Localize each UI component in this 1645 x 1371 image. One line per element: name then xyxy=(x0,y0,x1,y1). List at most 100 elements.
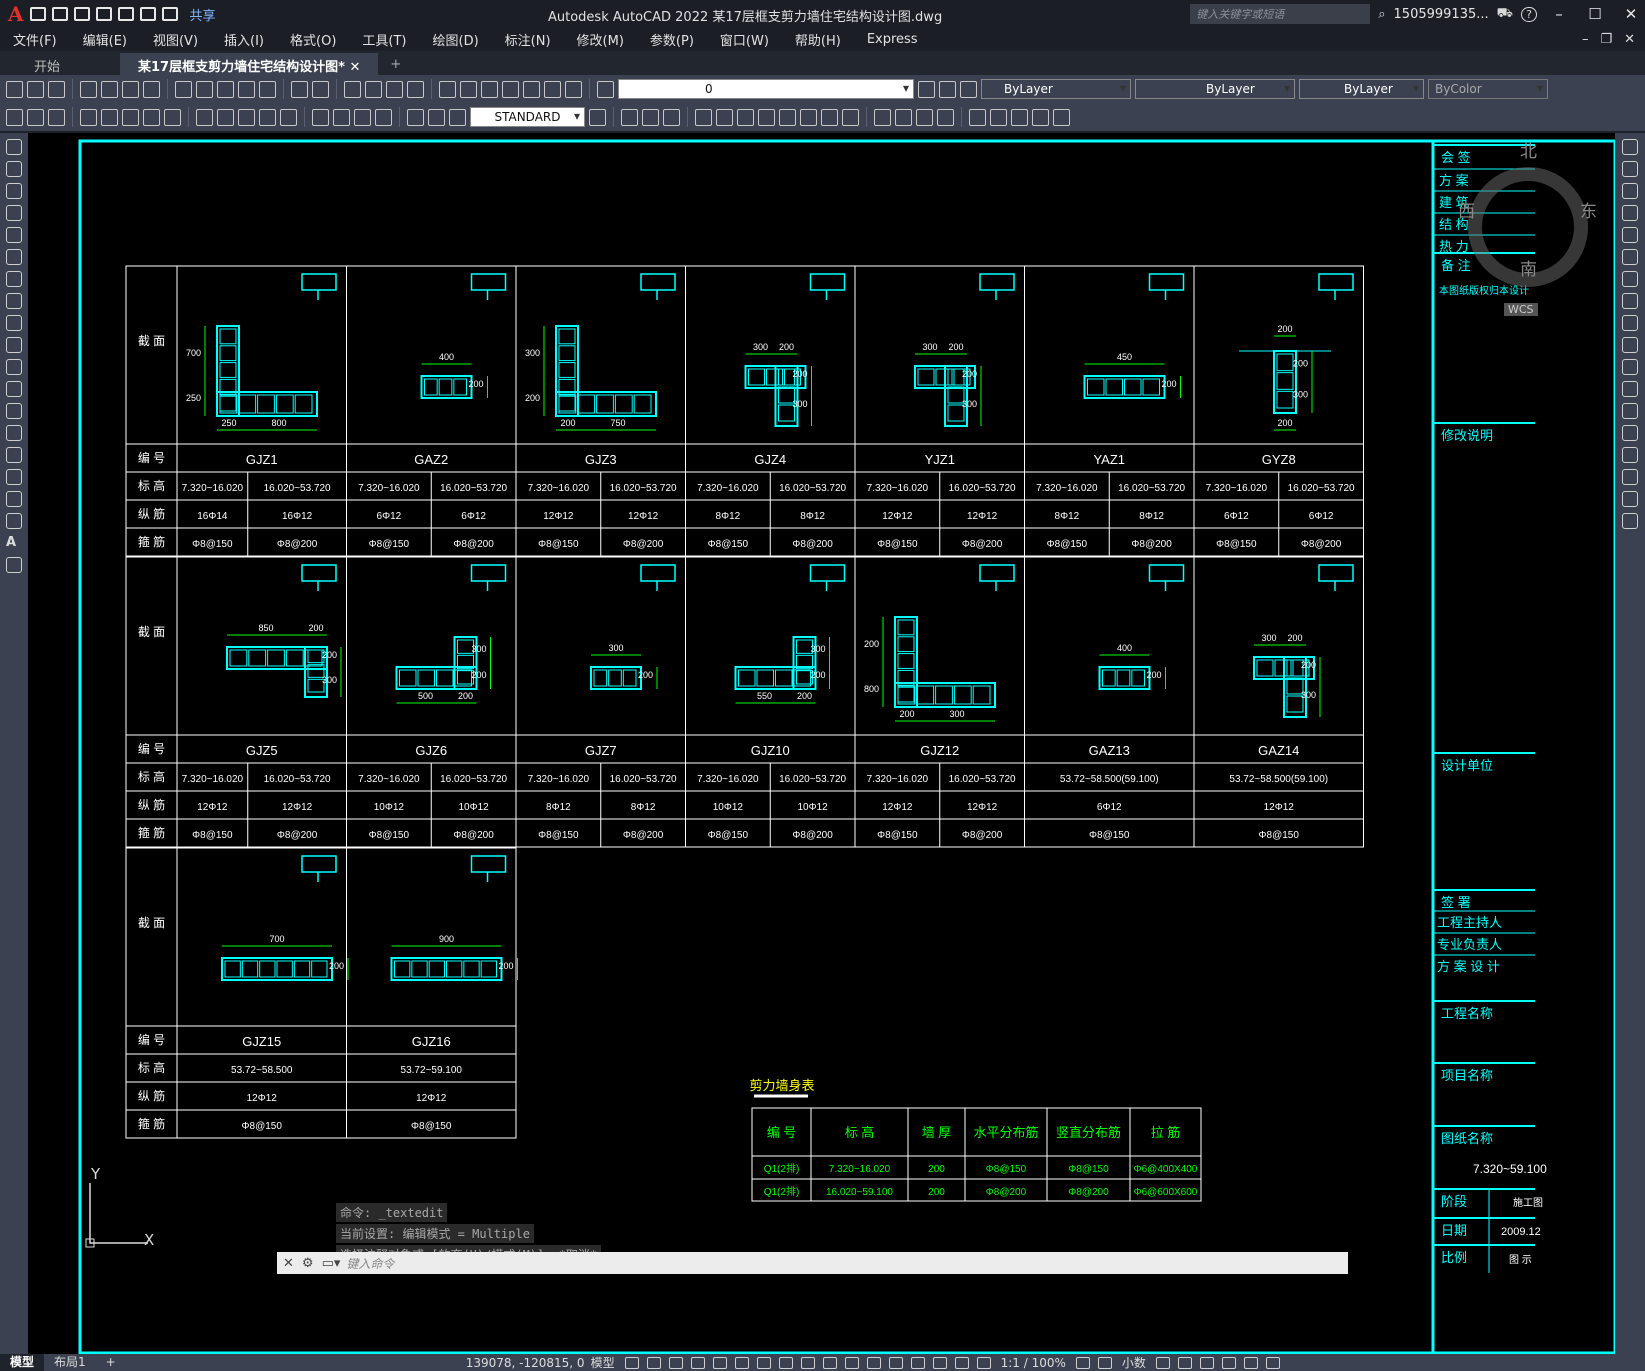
menu-insert[interactable]: 插入(I) xyxy=(211,30,277,49)
clip-icon[interactable] xyxy=(1032,108,1049,126)
isodraft-icon[interactable] xyxy=(734,1356,749,1369)
3d-osnap-icon[interactable] xyxy=(866,1356,881,1369)
hardware-acceleration-icon[interactable] xyxy=(1221,1356,1236,1369)
doc-close-button[interactable]: ✕ xyxy=(1624,32,1635,47)
close-button[interactable]: ✕ xyxy=(1617,5,1645,23)
scale-tool-icon[interactable] xyxy=(1622,293,1638,309)
join-tool-icon[interactable] xyxy=(1622,425,1638,441)
toolpalette-icon[interactable] xyxy=(481,80,498,98)
dim-break-icon[interactable] xyxy=(280,108,297,126)
menu-express[interactable]: Express xyxy=(854,32,931,47)
stretch-tool-icon[interactable] xyxy=(1622,315,1638,331)
materials-icon[interactable] xyxy=(916,108,933,126)
isolate-objects-icon[interactable] xyxy=(1199,1356,1214,1369)
dim-aligned-icon[interactable] xyxy=(27,108,44,126)
tab-close-icon[interactable]: ✕ xyxy=(349,60,360,75)
annotation-monitor-icon[interactable] xyxy=(1097,1356,1112,1369)
viewcube-east[interactable]: 东 xyxy=(1580,197,1597,222)
make-current-icon[interactable] xyxy=(918,80,935,98)
view-top-icon[interactable] xyxy=(642,108,659,126)
command-input[interactable]: 键入命令 xyxy=(346,1255,394,1272)
print-icon[interactable] xyxy=(80,80,97,98)
osnap-icon[interactable] xyxy=(778,1356,793,1369)
rectangle-tool-icon[interactable] xyxy=(6,227,22,243)
image-attach-icon[interactable] xyxy=(1011,108,1028,126)
menu-help[interactable]: 帮助(H) xyxy=(782,30,854,49)
match-icon[interactable] xyxy=(238,80,255,98)
block-tool-icon[interactable] xyxy=(6,403,22,419)
dim-ordinate-icon[interactable] xyxy=(80,108,97,126)
center-mark-icon[interactable] xyxy=(333,108,350,126)
ucs-origin-icon[interactable] xyxy=(842,108,859,126)
lineweight-toggle-icon[interactable] xyxy=(800,1356,815,1369)
dim-radius-icon[interactable] xyxy=(101,108,118,126)
rotate-tool-icon[interactable] xyxy=(1622,271,1638,287)
ortho-icon[interactable] xyxy=(690,1356,705,1369)
circle-tool-icon[interactable] xyxy=(6,271,22,287)
publish-icon[interactable] xyxy=(122,80,139,98)
ucs-view-icon[interactable] xyxy=(821,108,838,126)
grid-icon[interactable] xyxy=(624,1356,639,1369)
break-point-tool-icon[interactable] xyxy=(1622,381,1638,397)
viewcube-north[interactable]: 北 xyxy=(1520,137,1537,162)
command-close-icon[interactable]: ✕ xyxy=(283,1256,294,1271)
shade-icon[interactable] xyxy=(874,108,891,126)
dynamic-ucs-icon[interactable] xyxy=(888,1356,903,1369)
quick-properties-icon[interactable] xyxy=(1155,1356,1170,1369)
wcs-label[interactable]: WCS xyxy=(1504,303,1538,316)
dim-diameter-icon[interactable] xyxy=(143,108,160,126)
menu-draw[interactable]: 绘图(D) xyxy=(420,30,492,49)
layer-properties-icon[interactable] xyxy=(597,80,614,98)
save-toolbar-icon[interactable] xyxy=(48,80,65,98)
autocad-logo-icon[interactable]: A xyxy=(8,2,24,26)
polar-icon[interactable] xyxy=(712,1356,727,1369)
xline-tool-icon[interactable] xyxy=(6,161,22,177)
menu-tools[interactable]: 工具(T) xyxy=(349,30,419,49)
render-icon[interactable] xyxy=(895,108,912,126)
mtext-tool-icon[interactable]: A xyxy=(6,535,22,551)
calculator-icon[interactable] xyxy=(544,80,561,98)
lock-ui-icon[interactable] xyxy=(1177,1356,1192,1369)
orbit-icon[interactable] xyxy=(695,108,712,126)
dim-space-icon[interactable] xyxy=(259,108,276,126)
save-icon[interactable] xyxy=(73,7,90,21)
ucs-previous-icon[interactable] xyxy=(758,108,775,126)
search-input[interactable]: 键入关键字或短语 xyxy=(1190,4,1371,24)
blend-tool-icon[interactable] xyxy=(1622,491,1638,507)
snap-icon[interactable] xyxy=(646,1356,661,1369)
linetype-dropdown[interactable]: ByLayer xyxy=(1135,79,1295,99)
menu-parameter[interactable]: 参数(P) xyxy=(637,30,707,49)
redo-icon[interactable] xyxy=(161,7,178,21)
polygon-tool-icon[interactable] xyxy=(6,205,22,221)
paste-icon[interactable] xyxy=(217,80,234,98)
auto-scale-icon[interactable] xyxy=(976,1356,991,1369)
maximize-button[interactable]: ☐ xyxy=(1581,5,1609,23)
dim-text-edit-icon[interactable] xyxy=(428,108,445,126)
tolerance-icon[interactable] xyxy=(312,108,329,126)
undo-toolbar-icon[interactable] xyxy=(291,80,308,98)
new-file-icon[interactable] xyxy=(29,7,46,21)
designcenter-icon[interactable] xyxy=(460,80,477,98)
gizmo-icon[interactable] xyxy=(932,1356,947,1369)
selection-cycling-icon[interactable] xyxy=(844,1356,859,1369)
doc-minimize-button[interactable]: – xyxy=(1582,32,1589,47)
xref-icon[interactable] xyxy=(990,108,1007,126)
units-dropdown[interactable]: 小数 xyxy=(1122,1354,1146,1371)
tab-layout1[interactable]: 布局1 xyxy=(44,1354,96,1371)
region-tool-icon[interactable] xyxy=(6,491,22,507)
save-as-icon[interactable] xyxy=(95,7,112,21)
ucs-icon[interactable] xyxy=(716,108,733,126)
copy-icon[interactable] xyxy=(196,80,213,98)
viewcube-west[interactable]: 西 xyxy=(1458,197,1475,222)
trim-tool-icon[interactable] xyxy=(1622,337,1638,353)
infer-icon[interactable] xyxy=(668,1356,683,1369)
view-iso-icon[interactable] xyxy=(663,108,680,126)
plotstyle-dropdown[interactable]: ByColor xyxy=(1428,79,1548,99)
arc-tool-icon[interactable] xyxy=(6,249,22,265)
dim-style-icon[interactable] xyxy=(589,108,606,126)
search-icon[interactable]: ⌕ xyxy=(1378,7,1385,22)
drawing-canvas[interactable]: 截 面编 号标 高纵 筋箍 筋 7.320~16.020 16.020~53.720… xyxy=(28,133,1615,1354)
pan-icon[interactable] xyxy=(344,80,361,98)
add-layout-button[interactable]: + xyxy=(96,1354,126,1371)
ole-icon[interactable] xyxy=(1053,108,1070,126)
